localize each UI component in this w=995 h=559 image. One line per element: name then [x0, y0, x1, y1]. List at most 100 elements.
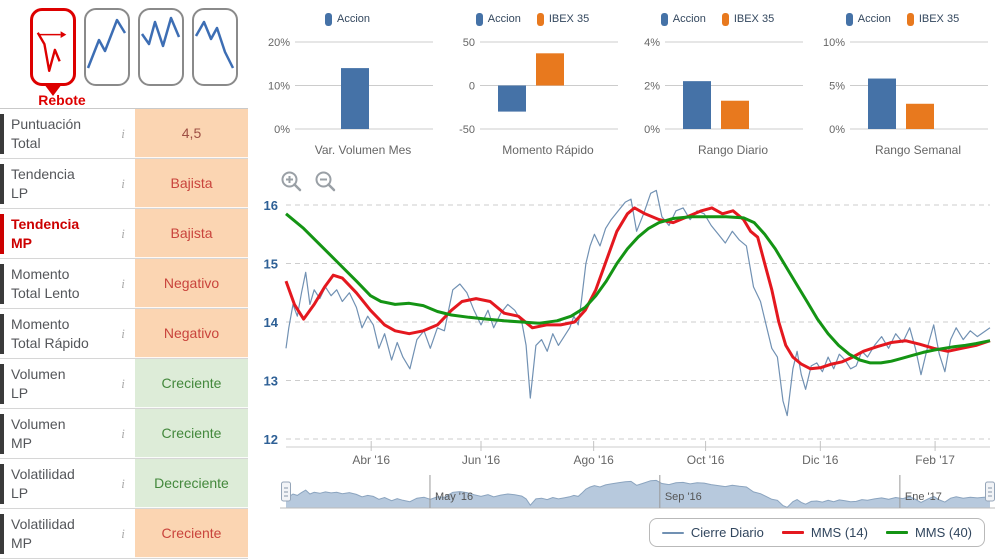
- indicator-label: Tendencia MP: [11, 216, 80, 251]
- info-icon[interactable]: i: [111, 126, 135, 142]
- mini-chart-legend: Accion IBEX 35: [810, 6, 995, 32]
- legend-label: Accion: [336, 13, 371, 25]
- x-axis-tick: Oct '16: [687, 453, 725, 467]
- navigator-right-handle[interactable]: [985, 481, 995, 502]
- x-axis-tick: Feb '17: [915, 453, 955, 467]
- indicator-row-momento-total-lento[interactable]: Momento Total Lento i Negativo: [0, 259, 248, 309]
- legend-item-mms-40[interactable]: MMS (40): [885, 525, 972, 540]
- indicator-row-volatilidad-mp[interactable]: Volatilidad MP i Creciente: [0, 509, 248, 559]
- indicator-row-left: Tendencia LP i: [0, 159, 135, 208]
- mini-y-tick: 50: [463, 37, 475, 49]
- legend-item-accion[interactable]: Accion: [475, 12, 521, 26]
- legend-item-cierre-diario[interactable]: Cierre Diario: [661, 525, 764, 540]
- price-chart[interactable]: 16 15 14 13 12 Abr '16 Jun '16 Ago '16 Oct '16 Di…: [250, 160, 995, 515]
- indicator-label: Momento Total Lento: [11, 266, 80, 301]
- indicator-row-left: Tendencia MP i: [0, 209, 135, 258]
- indicator-table: Puntuación Total i 4,5 Tendencia LP i Bajista Te…: [0, 108, 248, 559]
- price-chart-plot[interactable]: 16 15 14 13 12 Abr '16 Jun '16 Ago '16 Oct '16 Di…: [250, 160, 995, 515]
- y-axis-tick: 12: [264, 432, 278, 447]
- bar-accion: [498, 85, 526, 112]
- mini-y-tick: 4%: [644, 37, 660, 49]
- mini-charts-row: Accion 20% 10% 0% Var. Volumen Mes Accion IBEX…: [255, 0, 995, 158]
- pattern-thumb-rebote[interactable]: [30, 8, 76, 96]
- indicator-value: Creciente: [135, 409, 248, 458]
- indicator-row-momento-total-ra-pido[interactable]: Momento Total Rápido i Negativo: [0, 309, 248, 359]
- indicator-row-left: Momento Total Lento i: [0, 259, 135, 308]
- legend-line-swatch: [661, 531, 684, 534]
- info-icon[interactable]: i: [111, 226, 135, 242]
- navigator-label: Sep '16: [665, 491, 702, 503]
- zoom-out-button[interactable]: [314, 170, 338, 194]
- zoom-in-icon: [281, 171, 302, 192]
- bar-ibex-35: [721, 100, 749, 129]
- y-axis-tick: 15: [264, 257, 278, 272]
- indicator-value: Bajista: [135, 209, 248, 258]
- pattern-thumb-4[interactable]: [192, 8, 238, 86]
- legend-label: Accion: [672, 13, 706, 25]
- pattern-label: Rebote: [38, 92, 86, 108]
- legend-item-accion[interactable]: Accion: [324, 12, 371, 26]
- mini-y-tick: 20%: [268, 37, 290, 49]
- chart-legend: Cierre Diario MMS (14) MMS (40): [648, 518, 985, 547]
- info-icon[interactable]: i: [111, 376, 135, 392]
- rebote-pattern-icon: [36, 31, 67, 72]
- mini-chart-rango-diario: Accion IBEX 35 4% 2% 0% Rango Diario: [625, 0, 810, 158]
- indicator-row-left: Volatilidad MP i: [0, 509, 135, 558]
- mini-chart-legend: Accion IBEX 35: [625, 6, 810, 32]
- mini-chart-plot: 50 0 -50 Momento Rápido: [459, 37, 618, 157]
- bar-accion: [341, 68, 369, 129]
- top-pattern-icon: [140, 16, 181, 48]
- indicator-value: Decreciente: [135, 459, 248, 508]
- info-icon[interactable]: i: [111, 476, 135, 492]
- pattern-thumb-3[interactable]: [138, 8, 184, 86]
- info-icon[interactable]: i: [111, 426, 135, 442]
- bar-accion: [683, 81, 711, 129]
- indicator-row-left: Volumen MP i: [0, 409, 135, 458]
- downtrend-pattern-icon: [194, 20, 235, 69]
- mini-y-tick: 0%: [274, 124, 290, 136]
- navigator-label: Ene '17: [905, 491, 942, 503]
- mini-y-tick: -50: [459, 124, 475, 136]
- legend-label: IBEX 35: [548, 13, 590, 25]
- indicator-row-tendencia-mp[interactable]: Tendencia MP i Bajista: [0, 209, 248, 259]
- zoom-controls: [280, 170, 338, 194]
- navigator-left-handle[interactable]: [281, 481, 291, 502]
- indicator-label: Volatilidad MP: [11, 516, 75, 551]
- legend-item-accion[interactable]: Accion: [660, 12, 706, 26]
- legend-item-ibex-35[interactable]: IBEX 35: [536, 12, 590, 26]
- mini-chart-momento-ra-pido: Accion IBEX 35 50 0 -50 Momento Rápido: [440, 0, 625, 158]
- indicator-row-volatilidad-lp[interactable]: Volatilidad LP i Decreciente: [0, 459, 248, 509]
- indicator-row-left: Volatilidad LP i: [0, 459, 135, 508]
- info-icon[interactable]: i: [111, 326, 135, 342]
- legend-marker: [845, 12, 853, 26]
- legend-item-mms-14[interactable]: MMS (14): [781, 525, 868, 540]
- indicator-value: Creciente: [135, 509, 248, 558]
- indicator-value: 4,5: [135, 109, 248, 158]
- indicator-row-left: Puntuación Total i: [0, 109, 135, 158]
- indicator-value: Creciente: [135, 359, 248, 408]
- legend-marker: [536, 12, 544, 26]
- legend-label: Accion: [487, 13, 521, 25]
- legend-line-swatch: [885, 531, 908, 534]
- legend-label: MMS (40): [914, 525, 972, 540]
- mini-chart-plot: 10% 5% 0% Rango Semanal: [823, 37, 988, 157]
- legend-label: MMS (14): [810, 525, 868, 540]
- x-axis-tick: Dic '16: [802, 453, 839, 467]
- legend-item-accion[interactable]: Accion: [845, 12, 891, 26]
- info-icon[interactable]: i: [111, 526, 135, 542]
- zoom-in-button[interactable]: [280, 170, 304, 194]
- indicator-label: Momento Total Rápido: [11, 316, 89, 351]
- indicator-row-volumen-lp[interactable]: Volumen LP i Creciente: [0, 359, 248, 409]
- info-icon[interactable]: i: [111, 276, 135, 292]
- legend-item-ibex-35[interactable]: IBEX 35: [721, 12, 774, 26]
- indicator-row-volumen-mp[interactable]: Volumen MP i Creciente: [0, 409, 248, 459]
- indicator-row-tendencia-lp[interactable]: Tendencia LP i Bajista: [0, 159, 248, 209]
- indicator-row-puntuacio-n-total[interactable]: Puntuación Total i 4,5: [0, 109, 248, 159]
- pattern-thumb-2[interactable]: [84, 8, 130, 86]
- mini-y-tick: 5%: [829, 81, 845, 93]
- indicator-label: Puntuación Total: [11, 116, 82, 151]
- bar-ibex-35: [536, 53, 564, 86]
- legend-item-ibex-35[interactable]: IBEX 35: [906, 12, 959, 26]
- indicator-label: Volatilidad LP: [11, 466, 75, 501]
- info-icon[interactable]: i: [111, 176, 135, 192]
